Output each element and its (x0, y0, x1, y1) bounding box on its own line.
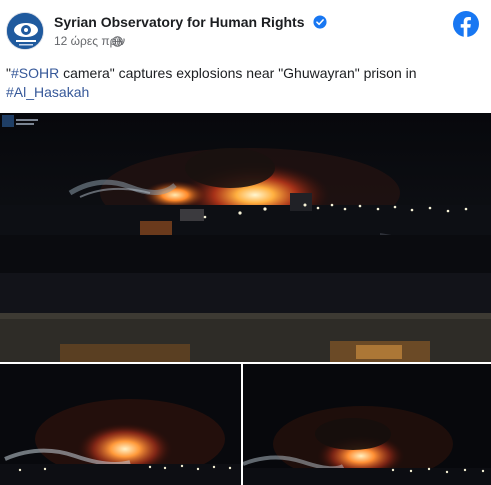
hashtag-al-hasakah-link[interactable]: #Al_Hasakah (6, 84, 89, 100)
page-avatar[interactable] (6, 12, 44, 50)
globe-icon (112, 36, 123, 47)
night-explosion-image-left (0, 364, 241, 485)
hashtag-sohr-link[interactable]: #SOHR (11, 65, 59, 81)
post-text: "#SOHR camera" captures explosions near … (6, 64, 476, 102)
night-explosion-image (0, 113, 491, 362)
facebook-post-card: Syrian Observatory for Human Rights 12 ώ… (0, 0, 491, 485)
post-photo-left[interactable] (0, 364, 241, 485)
verified-badge-icon (313, 15, 327, 29)
post-text-body: camera" captures explosions near "Ghuway… (59, 65, 417, 81)
post-header: Syrian Observatory for Human Rights 12 ώ… (0, 0, 491, 56)
night-explosion-image-right (243, 364, 491, 485)
page-name-link[interactable]: Syrian Observatory for Human Rights (54, 14, 305, 30)
post-photo-right[interactable] (243, 364, 491, 485)
sohr-logo-icon (7, 13, 43, 49)
facebook-icon[interactable] (453, 11, 479, 37)
post-photo-main[interactable] (0, 113, 491, 362)
